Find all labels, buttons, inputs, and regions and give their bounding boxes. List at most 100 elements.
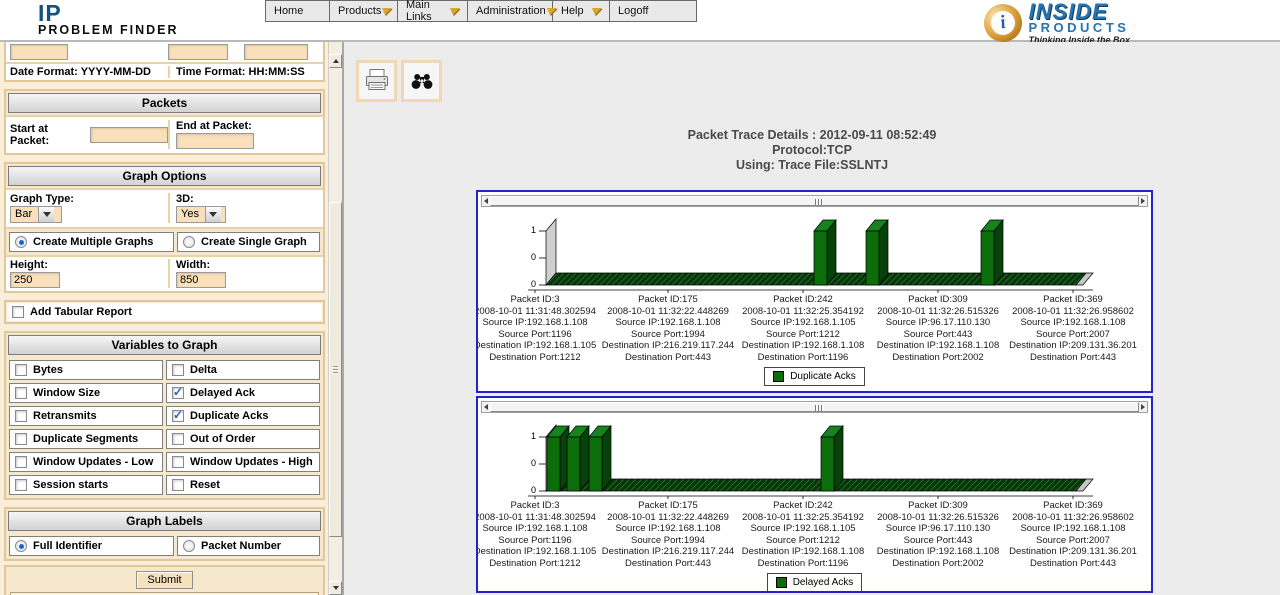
- scroll-right-arrow-icon[interactable]: [1141, 198, 1145, 204]
- start-packet-label: Start at Packet:: [10, 123, 86, 147]
- legend-swatch-icon: [773, 371, 784, 382]
- chart-scrollbar[interactable]: [481, 401, 1148, 413]
- checkbox-icon[interactable]: [15, 456, 27, 468]
- time-format-label: Time Format: HH:MM:SS: [168, 66, 305, 78]
- dropdown-arrow-icon[interactable]: [590, 8, 602, 15]
- variables-header: Variables to Graph: [8, 335, 321, 355]
- variable-option-window-updates-high[interactable]: Window Updates - High: [166, 452, 320, 472]
- checkbox-icon[interactable]: [172, 410, 184, 422]
- date-format-label: Date Format: YYYY-MM-DD: [6, 66, 168, 78]
- scrollbar-thumb[interactable]: [329, 202, 342, 537]
- dropdown-arrow-icon[interactable]: [448, 8, 460, 15]
- packet-label: Packet ID:3692008-10-01 11:32:26.958602S…: [993, 500, 1153, 569]
- time-field-2[interactable]: [168, 44, 228, 60]
- print-button[interactable]: [356, 60, 397, 102]
- checkbox-icon[interactable]: [15, 387, 27, 399]
- three-d-select[interactable]: Yes: [176, 206, 226, 223]
- dropdown-arrow-icon[interactable]: [545, 8, 557, 15]
- full-identifier-option[interactable]: Full Identifier: [9, 536, 174, 556]
- scroll-right-arrow-icon[interactable]: [1141, 404, 1145, 410]
- legend-swatch-icon: [776, 577, 787, 588]
- printer-icon: [363, 68, 391, 94]
- binoculars-icon: [410, 72, 434, 90]
- variable-option-window-updates-low[interactable]: Window Updates - Low: [9, 452, 163, 472]
- menu-tab-main-links[interactable]: Main Links: [398, 0, 468, 22]
- width-input[interactable]: [176, 272, 226, 288]
- dropdown-button[interactable]: [205, 207, 221, 222]
- checkbox-icon[interactable]: [172, 433, 184, 445]
- find-button[interactable]: [401, 60, 442, 102]
- time-field-1[interactable]: [10, 44, 68, 60]
- chart-scrollbar-thumb[interactable]: [490, 196, 1139, 206]
- x-axis-labels: Packet ID:32008-10-01 11:31:48.302594Sou…: [478, 294, 1151, 364]
- checkbox-icon[interactable]: [15, 433, 27, 445]
- end-packet-input[interactable]: [176, 133, 254, 149]
- variable-option-bytes[interactable]: Bytes: [9, 360, 163, 380]
- graph-type-select[interactable]: Bar: [10, 206, 62, 223]
- chart-panel-duplicate-acks: 100Packet ID:32008-10-01 11:31:48.302594…: [476, 190, 1153, 393]
- variable-option-delayed-ack[interactable]: Delayed Ack: [166, 383, 320, 403]
- variable-option-duplicate-segments[interactable]: Duplicate Segments: [9, 429, 163, 449]
- problem-finder-wordmark: PROBLEM FINDER: [38, 23, 179, 37]
- chart-scrollbar[interactable]: [481, 195, 1148, 207]
- svg-text:1: 1: [531, 225, 536, 235]
- radio-icon[interactable]: [15, 236, 27, 248]
- chart-legend: Duplicate Acks: [764, 367, 865, 386]
- add-tabular-report-option[interactable]: Add Tabular Report: [7, 303, 322, 321]
- variable-option-retransmits[interactable]: Retransmits: [9, 406, 163, 426]
- scroll-left-arrow-icon[interactable]: [484, 198, 488, 204]
- variable-option-session-starts[interactable]: Session starts: [9, 475, 163, 495]
- start-packet-input[interactable]: [90, 127, 168, 143]
- chart-panel-delayed-acks: 100Packet ID:32008-10-01 11:31:48.302594…: [476, 396, 1153, 593]
- checkbox-icon[interactable]: [172, 387, 184, 399]
- variable-option-duplicate-acks[interactable]: Duplicate Acks: [166, 406, 320, 426]
- ip-problem-finder-logo: IP PROBLEM FINDER: [38, 3, 179, 37]
- scroll-up-button[interactable]: [329, 54, 342, 68]
- bar-chart-plot[interactable]: 100: [478, 415, 1149, 499]
- checkbox-icon[interactable]: [172, 479, 184, 491]
- chart-scrollbar-thumb[interactable]: [490, 402, 1139, 412]
- dropdown-arrow-icon[interactable]: [381, 8, 393, 15]
- brand-name-top: INSIDE: [1028, 2, 1107, 21]
- scroll-down-button[interactable]: [329, 581, 342, 595]
- height-input[interactable]: [10, 272, 60, 288]
- graph-type-label: Graph Type:: [10, 193, 168, 205]
- radio-icon[interactable]: [183, 540, 195, 552]
- radio-icon[interactable]: [183, 236, 195, 248]
- variable-option-out-of-order[interactable]: Out of Order: [166, 429, 320, 449]
- submit-button[interactable]: Submit: [136, 571, 192, 589]
- variable-option-reset[interactable]: Reset: [166, 475, 320, 495]
- menu-tab-products[interactable]: Products: [330, 0, 398, 22]
- report-title-line1: Packet Trace Details : 2012-09-11 08:52:…: [344, 128, 1280, 143]
- checkbox-icon[interactable]: [15, 479, 27, 491]
- create-multiple-graphs-option[interactable]: Create Multiple Graphs: [9, 232, 174, 252]
- packet-number-option[interactable]: Packet Number: [177, 536, 320, 556]
- radio-icon[interactable]: [15, 540, 27, 552]
- checkbox-icon[interactable]: [172, 456, 184, 468]
- menu-tab-administration[interactable]: Administration: [468, 0, 553, 22]
- report-title-line3: Using: Trace File:SSLNTJ: [344, 158, 1280, 173]
- bar-chart-plot[interactable]: 100: [478, 209, 1149, 293]
- scroll-left-arrow-icon[interactable]: [484, 404, 488, 410]
- brand-name-bottom: PRODUCTS: [1028, 21, 1129, 35]
- variable-option-delta[interactable]: Delta: [166, 360, 320, 380]
- checkbox-icon[interactable]: [172, 364, 184, 376]
- menu-tab-logoff[interactable]: Logoff: [610, 0, 697, 22]
- time-field-3[interactable]: [244, 44, 308, 60]
- create-single-graph-option[interactable]: Create Single Graph: [177, 232, 320, 252]
- svg-text:1: 1: [531, 431, 536, 441]
- x-axis-labels: Packet ID:32008-10-01 11:31:48.302594Sou…: [478, 500, 1151, 570]
- svg-text:0: 0: [531, 485, 536, 495]
- dropdown-button[interactable]: [38, 207, 54, 222]
- variables-grid: BytesDeltaWindow SizeDelayed AckRetransm…: [6, 357, 323, 498]
- sidebar-scrollbar[interactable]: [328, 42, 342, 595]
- packet-label: Packet ID:3692008-10-01 11:32:26.958602S…: [993, 294, 1153, 363]
- variable-option-window-size[interactable]: Window Size: [9, 383, 163, 403]
- inside-products-ring-icon: i: [981, 0, 1026, 45]
- menu-tab-home[interactable]: Home: [265, 0, 330, 22]
- menu-tab-help[interactable]: Help: [553, 0, 610, 22]
- checkbox-icon[interactable]: [12, 306, 24, 318]
- checkbox-icon[interactable]: [15, 410, 27, 422]
- svg-text:0: 0: [531, 279, 536, 289]
- checkbox-icon[interactable]: [15, 364, 27, 376]
